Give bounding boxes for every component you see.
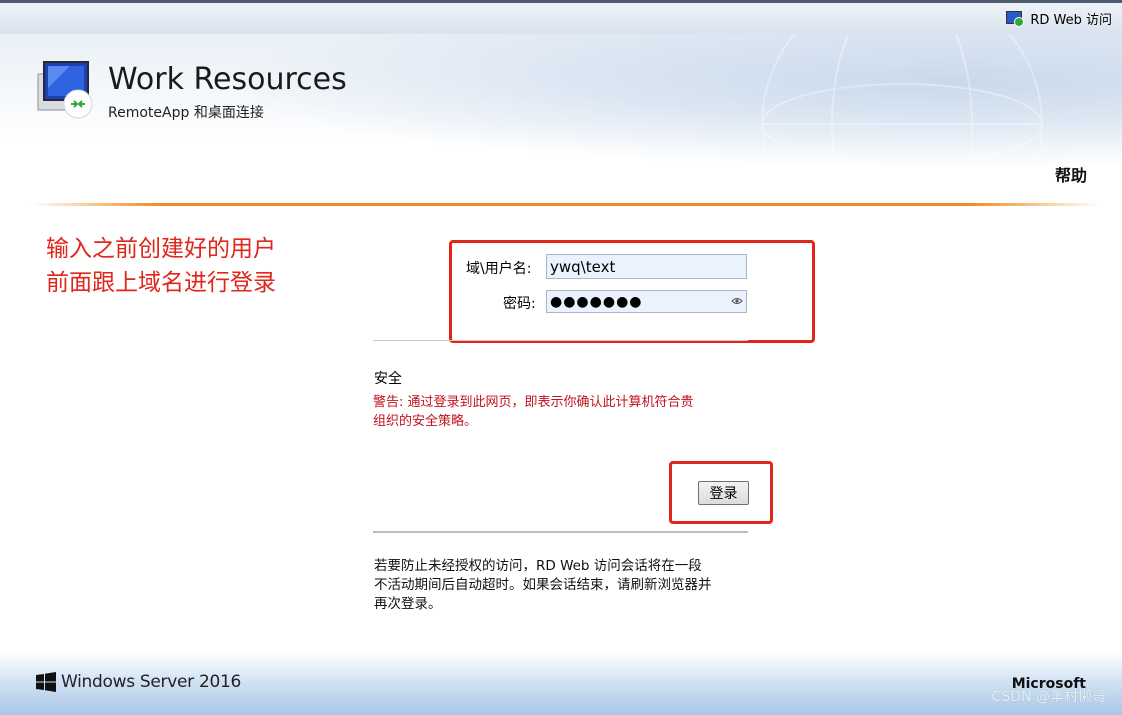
rd-web-access-link[interactable]: RD Web 访问 [1006, 9, 1112, 28]
bottom-divider [373, 531, 748, 533]
header-divider [30, 203, 1100, 206]
watermark: CSDN @羊村懒哥 [991, 689, 1106, 705]
timeout-note-line-2: 不活动期间后自动超时。如果会话结束，请刷新浏览器并 [374, 577, 712, 593]
rd-web-access-label: RD Web 访问 [1030, 13, 1112, 28]
annotation-line-2: 前面跟上域名进行登录 [46, 270, 276, 296]
top-bar: RD Web 访问 [0, 0, 1122, 34]
header-banner: Work Resources RemoteApp 和桌面连接 帮助 [0, 34, 1122, 194]
globe-background-graphic [761, 34, 1043, 184]
remote-desktop-logo-icon [37, 61, 93, 119]
security-warning: 警告: 通过登录到此网页，即表示你确认此计算机符合贵 组织的安全策略。 [373, 393, 753, 431]
help-link[interactable]: 帮助 [1055, 162, 1087, 186]
security-warning-line-2: 组织的安全策略。 [373, 414, 478, 429]
windows-logo-icon [36, 672, 56, 692]
timeout-note-line-1: 若要防止未经授权的访问，RD Web 访问会话将在一段 [374, 558, 702, 574]
page-title: Work Resources [108, 62, 347, 97]
annotation-note: 输入之前创建好的用户 前面跟上域名进行登录 [46, 232, 276, 300]
security-heading: 安全 [374, 371, 402, 387]
remote-desktop-icon [1006, 10, 1025, 27]
session-timeout-note: 若要防止未经授权的访问，RD Web 访问会话将在一段 不活动期间后自动超时。如… [374, 557, 759, 614]
windows-server-label: Windows Server 2016 [61, 672, 242, 692]
security-warning-line-1: 警告: 通过登录到此网页，即表示你确认此计算机符合贵 [373, 395, 694, 410]
form-divider [373, 340, 748, 341]
timeout-note-line-3: 再次登录。 [374, 596, 442, 612]
annotation-highlight-credentials [449, 240, 815, 343]
annotation-highlight-login [669, 461, 773, 524]
page-subtitle: RemoteApp 和桌面连接 [108, 105, 264, 121]
annotation-line-1: 输入之前创建好的用户 [46, 236, 276, 262]
